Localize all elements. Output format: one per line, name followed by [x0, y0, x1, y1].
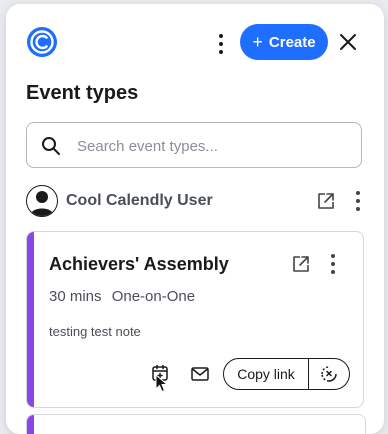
event-kind: One-on-One [111, 288, 196, 305]
copy-link-button[interactable]: Copy link [224, 359, 309, 389]
user-more-options-icon[interactable] [349, 189, 367, 213]
close-icon[interactable] [336, 30, 360, 54]
user-silhouette-icon [30, 191, 54, 216]
user-name: Cool Calendly User [66, 192, 213, 209]
single-use-link-button[interactable] [309, 359, 349, 389]
plus-icon: + [252, 32, 263, 52]
panel-header: + Create [6, 4, 384, 80]
event-meta: 30 mins One-on-One [49, 288, 195, 305]
event-type-card[interactable]: Achievers' Assembly 30 mins One-on-One t… [26, 231, 364, 408]
external-link-icon[interactable] [316, 191, 336, 211]
card-color-accent [27, 232, 34, 407]
create-button-label: Create [268, 33, 316, 51]
event-title: Achievers' Assembly [49, 254, 229, 274]
event-duration: 30 mins [49, 288, 102, 305]
event-note: testing test note [49, 324, 141, 339]
avatar [26, 185, 58, 217]
event-external-link-icon[interactable] [291, 254, 311, 274]
more-options-icon[interactable] [212, 32, 230, 56]
page-title: Event types [26, 82, 139, 104]
single-use-link-icon [321, 366, 337, 382]
mouse-cursor-icon [155, 374, 169, 393]
copy-link-label: Copy link [237, 366, 295, 382]
copy-link-group: Copy link [223, 358, 350, 390]
calendly-logo-icon[interactable] [26, 26, 58, 58]
search-box[interactable] [26, 122, 362, 169]
event-types-panel: + Create Event types Cool Calendly User [6, 4, 384, 434]
search-input[interactable] [75, 123, 359, 169]
next-card-color-accent [27, 415, 34, 434]
next-event-type-card[interactable] [26, 414, 366, 434]
mail-icon[interactable] [191, 366, 209, 382]
create-button[interactable]: + Create [240, 24, 328, 60]
user-row: Cool Calendly User [26, 184, 366, 218]
search-icon [42, 137, 60, 155]
event-more-options-icon[interactable] [324, 252, 342, 276]
